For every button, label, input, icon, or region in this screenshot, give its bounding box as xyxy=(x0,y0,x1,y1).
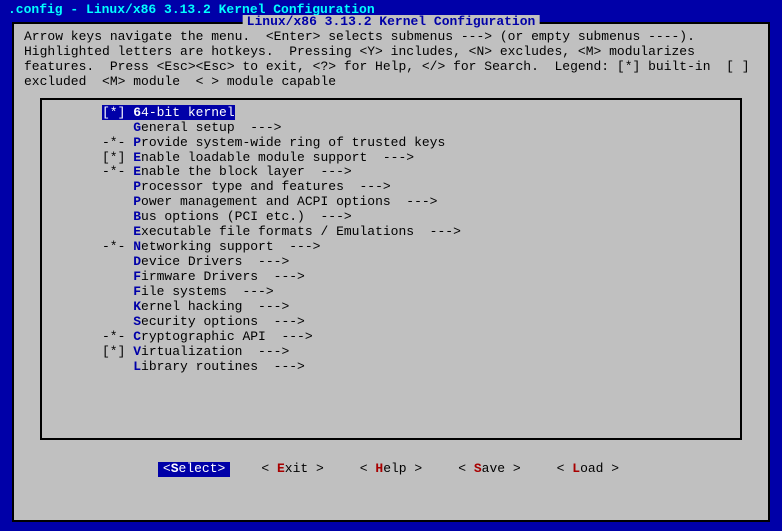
hotkey: G xyxy=(133,120,141,135)
menu-item[interactable]: Security options ---> xyxy=(42,315,740,330)
menu-item[interactable]: Executable file formats / Emulations ---… xyxy=(42,225,740,240)
item-label: evice Drivers ---> xyxy=(141,254,289,269)
menu-listbox[interactable]: [*] 64-bit kernel General setup --->-*- … xyxy=(40,98,742,440)
button-exit[interactable]: < Exit > xyxy=(256,462,328,477)
item-label: rocessor type and features ---> xyxy=(141,179,391,194)
button-save[interactable]: < Save > xyxy=(453,462,525,477)
button-bar: <Select> < Exit > < Help > < Save > < Load > xyxy=(14,462,768,477)
button-load[interactable]: < Load > xyxy=(552,462,624,477)
item-label: eneral setup ---> xyxy=(141,120,281,135)
item-label: ower management and ACPI options ---> xyxy=(141,194,437,209)
item-label: irmware Drivers ---> xyxy=(141,269,305,284)
item-label: ryptographic API ---> xyxy=(141,329,313,344)
hotkey: V xyxy=(133,344,141,359)
menu-item[interactable]: Library routines ---> xyxy=(42,360,740,375)
item-label: 4-bit kernel xyxy=(141,105,235,120)
help-text: Arrow keys navigate the menu. <Enter> se… xyxy=(14,24,768,96)
item-label: irtualization ---> xyxy=(141,344,289,359)
item-label: rovide system-wide ring of trusted keys xyxy=(141,135,445,150)
item-label: ecurity options ---> xyxy=(141,314,305,329)
menu-item[interactable]: -*- Cryptographic API ---> xyxy=(42,330,740,345)
menu-item[interactable]: -*- Enable the block layer ---> xyxy=(42,165,740,180)
hotkey: P xyxy=(133,194,141,209)
hotkey: L xyxy=(572,461,580,476)
button-select[interactable]: <Select> xyxy=(158,462,230,477)
menu-item[interactable]: -*- Provide system-wide ring of trusted … xyxy=(42,136,740,151)
hotkey: E xyxy=(133,150,141,165)
item-mark xyxy=(102,269,133,284)
menu-item[interactable]: Bus options (PCI etc.) ---> xyxy=(42,210,740,225)
hotkey: E xyxy=(277,461,285,476)
item-mark xyxy=(102,254,133,269)
menu-item[interactable]: [*] Virtualization ---> xyxy=(42,345,740,360)
item-mark xyxy=(102,359,133,374)
item-label: us options (PCI etc.) ---> xyxy=(141,209,352,224)
hotkey: S xyxy=(474,461,482,476)
dialog-title: Linux/x86 3.13.2 Kernel Configuration xyxy=(243,15,540,30)
menu-item[interactable]: -*- Networking support ---> xyxy=(42,240,740,255)
hotkey: B xyxy=(133,209,141,224)
hotkey: F xyxy=(133,269,141,284)
item-mark: [*] xyxy=(102,105,133,120)
item-mark xyxy=(102,209,133,224)
hotkey: E xyxy=(133,224,141,239)
item-mark: -*- xyxy=(102,329,133,344)
item-mark: -*- xyxy=(102,164,133,179)
item-label: ile systems ---> xyxy=(141,284,274,299)
menu-item[interactable]: Processor type and features ---> xyxy=(42,180,740,195)
item-label: xecutable file formats / Emulations ---> xyxy=(141,224,461,239)
hotkey: D xyxy=(133,254,141,269)
menu-item[interactable]: [*] Enable loadable module support ---> xyxy=(42,151,740,166)
menu-item[interactable]: File systems ---> xyxy=(42,285,740,300)
hotkey: P xyxy=(133,179,141,194)
item-mark xyxy=(102,299,133,314)
hotkey: P xyxy=(133,135,141,150)
item-mark: [*] xyxy=(102,344,133,359)
item-mark xyxy=(102,194,133,209)
hotkey: K xyxy=(133,299,141,314)
hotkey: F xyxy=(133,284,141,299)
button-help[interactable]: < Help > xyxy=(355,462,427,477)
hotkey: C xyxy=(133,329,141,344)
menu-item[interactable]: [*] 64-bit kernel xyxy=(42,106,740,121)
menu-item[interactable]: Device Drivers ---> xyxy=(42,255,740,270)
item-mark xyxy=(102,120,133,135)
item-label: nable loadable module support ---> xyxy=(141,150,414,165)
item-mark: -*- xyxy=(102,135,133,150)
item-label: ernel hacking ---> xyxy=(141,299,289,314)
item-label: etworking support ---> xyxy=(141,239,320,254)
menu-item[interactable]: Kernel hacking ---> xyxy=(42,300,740,315)
item-label: nable the block layer ---> xyxy=(141,164,352,179)
hotkey: S xyxy=(171,461,179,476)
menu-item[interactable]: General setup ---> xyxy=(42,121,740,136)
hotkey: N xyxy=(133,239,141,254)
item-mark: -*- xyxy=(102,239,133,254)
hotkey: L xyxy=(133,359,141,374)
menu-item[interactable]: Power management and ACPI options ---> xyxy=(42,195,740,210)
hotkey: 6 xyxy=(133,105,141,120)
item-mark xyxy=(102,284,133,299)
dialog-frame: Linux/x86 3.13.2 Kernel Configuration Ar… xyxy=(12,22,770,522)
item-mark xyxy=(102,179,133,194)
hotkey: S xyxy=(133,314,141,329)
menu-item[interactable]: Firmware Drivers ---> xyxy=(42,270,740,285)
item-mark: [*] xyxy=(102,150,133,165)
item-mark xyxy=(102,224,133,239)
item-label: ibrary routines ---> xyxy=(141,359,305,374)
hotkey: E xyxy=(133,164,141,179)
item-mark xyxy=(102,314,133,329)
